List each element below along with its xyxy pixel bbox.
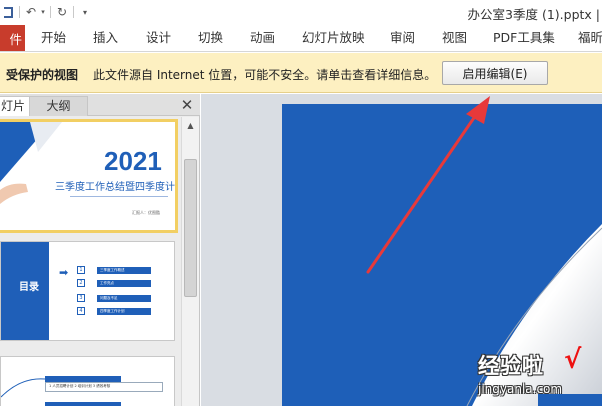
tab-foxit[interactable]: 福昕 (578, 24, 602, 52)
slide2-title: 目录 (19, 282, 39, 293)
tab-pdf-tools[interactable]: PDF工具集 (493, 24, 555, 52)
tab-design[interactable]: 设计 (146, 24, 171, 52)
slide-page-curl-graphic (466, 224, 602, 406)
thumbnail-scrollbar[interactable]: ▲ (181, 117, 199, 406)
tab-animations[interactable]: 动画 (250, 24, 275, 52)
title-bar: ↶ ▾ ↻ ▾ 办公室3季度 (1).pptx | (0, 0, 602, 24)
slide1-author: 汇报人：优图酷 (132, 210, 160, 215)
tab-review[interactable]: 审阅 (390, 24, 415, 52)
ribbon-tabs: 件 开始 插入 设计 切换 动画 幻灯片放映 审阅 视图 PDF工具集 福昕 (0, 24, 602, 52)
scroll-thumb[interactable] (184, 159, 197, 297)
close-icon[interactable]: ✕ (178, 96, 196, 114)
scroll-up-icon[interactable]: ▲ (182, 119, 199, 133)
tab-slides[interactable]: 灯片 (0, 96, 30, 116)
quick-access-toolbar: ↶ ▾ ↻ ▾ (0, 3, 93, 21)
slide2-item-text: 三季度工作概述 (97, 266, 151, 274)
enable-editing-button[interactable]: 启用编辑(E) (442, 61, 548, 85)
slide2-item: 2 工作亮点 (77, 279, 151, 287)
undo-dropdown-icon[interactable]: ▾ (39, 3, 47, 21)
watermark-text: 经验啦 (478, 354, 544, 378)
slide2-item-text: 工作亮点 (97, 279, 151, 287)
qat-customize-icon[interactable]: ▾ (77, 3, 93, 21)
slide3-heading-bar (45, 402, 121, 406)
pane-tabs: 灯片 大纲 ✕ (0, 94, 200, 116)
current-slide[interactable] (282, 104, 602, 406)
redo-icon[interactable]: ↻ (54, 3, 70, 21)
slide-thumbnail-2[interactable]: 目录 ➡ 1 三季度工作概述 2 工作亮点 3 问题及不足 4 四季度工作计划 (0, 241, 175, 341)
tab-slideshow[interactable]: 幻灯片放映 (302, 24, 365, 52)
slide-thumbnail-3[interactable]: 1 人员招聘计划 2 培训计划 3 绩效考核 (0, 356, 175, 406)
slide2-item: 3 问题及不足 (77, 294, 151, 302)
undo-icon[interactable]: ↶ (23, 3, 39, 21)
save-icon[interactable] (0, 3, 16, 21)
slide2-item: 4 四季度工作计划 (77, 307, 151, 315)
slide3-content-box: 1 人员招聘计划 2 培训计划 3 绩效考核 (45, 382, 163, 392)
slide2-item-text: 问题及不足 (97, 294, 151, 302)
slide2-item-text: 四季度工作计划 (97, 307, 151, 315)
qat-separator (73, 6, 74, 18)
protected-view-title: 受保护的视图 (6, 68, 79, 82)
slide1-year: 2021 (104, 146, 162, 176)
protected-view-message[interactable]: 此文件源自 Internet 位置，可能不安全。请单击查看详细信息。 (93, 66, 436, 83)
tab-file[interactable]: 件 (0, 25, 25, 51)
slide2-item-num: 1 (77, 266, 85, 274)
slide1-divider (70, 196, 168, 197)
protected-view-bar: 受保护的视图 此文件源自 Internet 位置，可能不安全。请单击查看详细信息… (0, 53, 602, 93)
slide2-item: 1 三季度工作概述 (77, 266, 151, 274)
watermark-check-icon: √ (564, 345, 582, 375)
slide2-item-num: 3 (77, 294, 85, 302)
slide2-item-num: 2 (77, 279, 85, 287)
powerpoint-window: ↶ ▾ ↻ ▾ 办公室3季度 (1).pptx | 件 开始 插入 设计 切换 … (0, 0, 602, 406)
document-title: 办公室3季度 (1).pptx | (467, 7, 600, 22)
tab-insert[interactable]: 插入 (93, 24, 118, 52)
slide-thumbnail-1[interactable]: 2021 三季度工作总结暨四季度计划 汇报人：优图酷 (0, 119, 178, 233)
slide2-arrow-icon: ➡ (59, 266, 69, 279)
slide2-item-num: 4 (77, 307, 85, 315)
tab-view[interactable]: 视图 (442, 24, 467, 52)
tab-outline[interactable]: 大纲 (30, 96, 88, 116)
qat-separator (50, 6, 51, 18)
slide1-subtitle: 三季度工作总结暨四季度计划 (55, 182, 175, 193)
tab-home[interactable]: 开始 (41, 24, 66, 52)
watermark-url: jingyanla.com (478, 382, 563, 396)
qat-separator (19, 6, 20, 18)
tab-transitions[interactable]: 切换 (198, 24, 223, 52)
slides-pane: 灯片 大纲 ✕ 2021 三季度工作总结暨四季度计划 汇报人：优图酷 目录 ➡ … (0, 94, 200, 406)
